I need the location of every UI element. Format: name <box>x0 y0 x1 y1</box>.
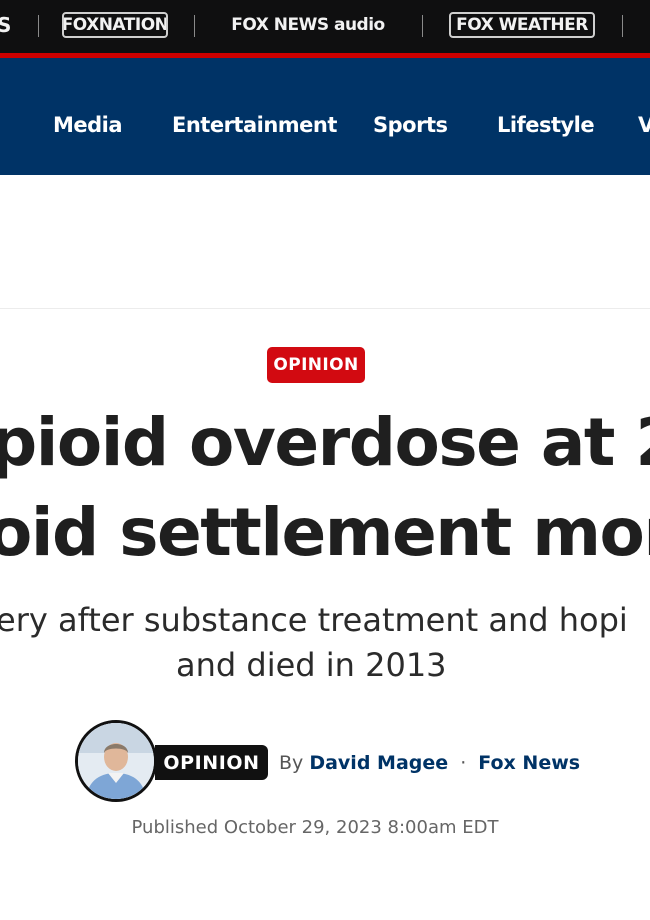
headline-line: oid settlement mone <box>0 494 650 571</box>
nav-link-lifestyle[interactable]: Lifestyle <box>497 110 595 140</box>
network-link-fox-news-audio[interactable]: FOX NEWS audio <box>220 12 396 38</box>
network-link-fox-weather[interactable]: FOX WEATHER <box>449 12 595 38</box>
ad-space <box>0 175 650 308</box>
category-badge[interactable]: OPINION <box>267 347 365 383</box>
network-divider <box>422 15 423 37</box>
author-avatar[interactable] <box>75 720 157 802</box>
author-photo <box>78 723 154 799</box>
network-divider <box>622 15 623 37</box>
network-link-fox-nation[interactable]: FOXNATION <box>62 12 168 38</box>
network-link-partial[interactable]: S <box>0 12 14 38</box>
network-divider <box>194 15 195 37</box>
network-bar: S FOXNATION FOX NEWS audio FOX WEATHER <box>0 0 650 53</box>
subheadline-line: ery after substance treatment and hopi <box>0 601 628 639</box>
divider <box>0 308 650 309</box>
nav-link-entertainment[interactable]: Entertainment <box>172 110 337 140</box>
headline-line: pioid overdose at 23 <box>0 404 650 481</box>
published-timestamp: Published October 29, 2023 8:00am EDT <box>131 817 499 838</box>
outlet-link[interactable]: Fox News <box>478 752 580 774</box>
subheadline-line: and died in 2013 <box>176 646 447 684</box>
nav-link-partial[interactable]: V <box>638 110 650 140</box>
author-opinion-tag: OPINION <box>155 745 268 780</box>
network-divider <box>38 15 39 37</box>
nav-link-sports[interactable]: Sports <box>373 110 448 140</box>
byline: By David Magee · Fox News <box>279 750 580 776</box>
section-nav: Media Entertainment Sports Lifestyle V <box>0 58 650 175</box>
byline-separator: · <box>460 752 467 774</box>
nav-link-media[interactable]: Media <box>53 110 123 140</box>
headline: pioid overdose at 23 oid settlement mone <box>0 390 650 580</box>
author-name-link[interactable]: David Magee <box>309 752 448 774</box>
byline-prefix: By <box>279 752 304 774</box>
